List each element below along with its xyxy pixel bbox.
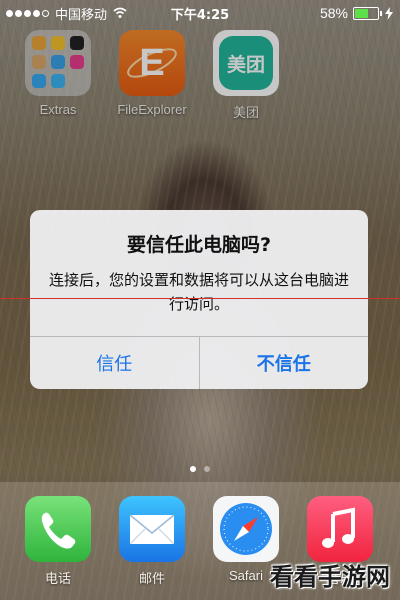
status-bar: 中国移动 下午4:25 58% [0,0,400,26]
page-dot [190,466,196,472]
phone-app-icon [25,496,91,562]
phone-handset-icon [41,512,76,549]
music-note-icon [322,507,355,548]
alert-title: 要信任此电脑吗? [126,234,272,256]
compass-icon [220,503,272,555]
alert-button-row: 信任 不信任 [30,336,368,389]
page-dot [204,466,210,472]
site-watermark: 看看手游网 [270,563,390,591]
app-phone[interactable]: 电话 [20,496,96,587]
envelope-icon [129,514,175,545]
battery-indicator: 58% [320,5,394,21]
battery-icon [353,6,382,20]
dont-trust-button[interactable]: 不信任 [200,337,369,389]
music-app-icon [307,496,373,562]
page-indicator[interactable] [0,466,400,472]
battery-percent: 58% [319,5,348,21]
mail-app-icon [119,496,185,562]
battery-fill [355,8,368,18]
trust-button[interactable]: 信任 [30,337,199,389]
charging-bolt-icon [385,6,393,20]
trust-computer-alert: 要信任此电脑吗? 连接后，您的设置和数据将可以从这台电脑进行访问。 信任 不信任 [30,210,368,389]
app-mail[interactable]: 邮件 [114,496,190,587]
app-label: 邮件 [138,571,165,586]
alert-message: 连接后，您的设置和数据将可以从这台电脑进行访问。 [48,271,349,313]
safari-app-icon [213,496,279,562]
red-guide-line [0,298,400,299]
app-label: 电话 [44,571,71,586]
